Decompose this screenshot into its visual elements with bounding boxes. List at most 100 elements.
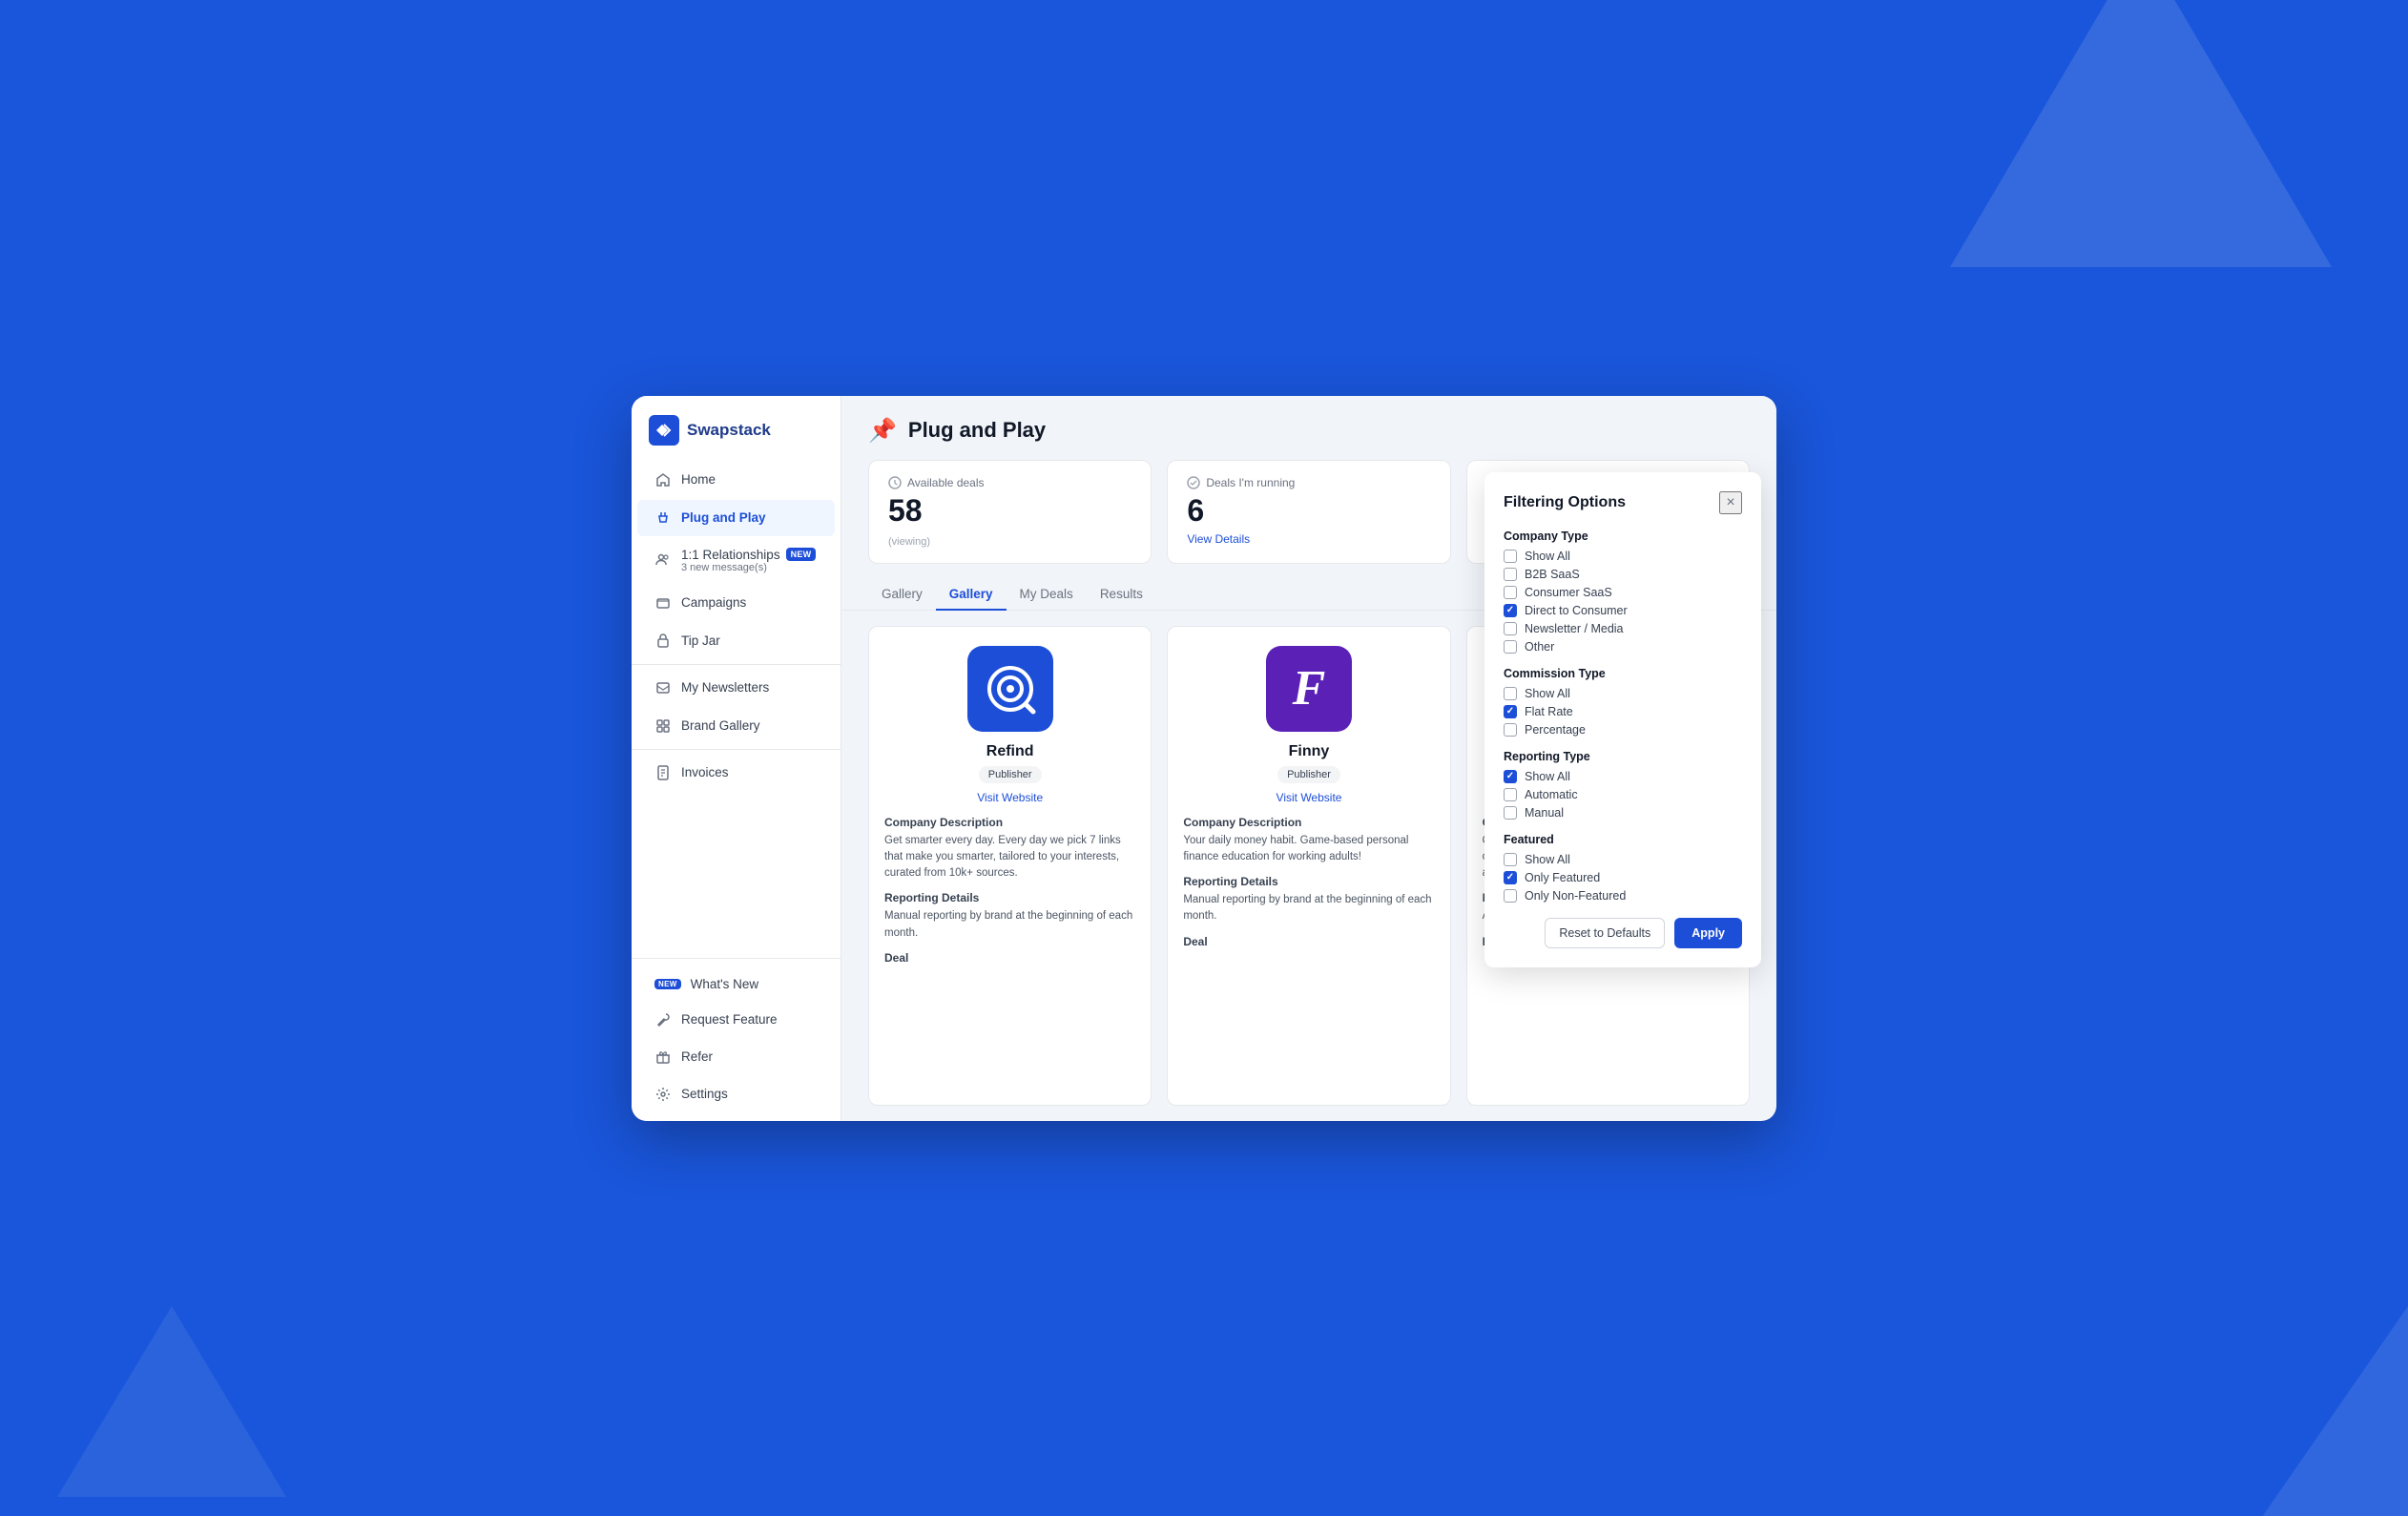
sidebar-item-settings-label: Settings [681,1087,728,1101]
sidebar-item-whats-new-label: What's New [691,977,759,991]
stat-card-available: Available deals 58 (viewing) [868,460,1152,564]
filter-section-featured: Featured Show All Only Featured Only Non… [1504,833,1742,903]
filter-section-reporting: Reporting Type Show All Automatic Manual [1504,750,1742,820]
sidebar-item-request-label: Request Feature [681,1012,778,1027]
sidebar-item-whats-new[interactable]: NEW What's New [637,967,835,1001]
checkbox-ct-direct[interactable] [1504,604,1517,617]
filter-option-ct-consumer-saas[interactable]: Consumer SaaS [1504,586,1742,599]
featured-title: Featured [1504,833,1742,846]
checkbox-ft-only-featured[interactable] [1504,871,1517,884]
refind-reporting-title: Reporting Details [884,891,979,904]
finny-visit[interactable]: Visit Website [1277,791,1342,804]
tab-my-deals[interactable]: My Deals [1007,579,1087,611]
checkbox-rt-manual[interactable] [1504,806,1517,820]
stat-label-running: Deals I'm running [1187,476,1430,489]
relationships-badge: NEW [786,548,817,561]
checkbox-rt-automatic[interactable] [1504,788,1517,801]
page-header: 📌 Plug and Play [841,396,1776,460]
filter-option-cm-show-all[interactable]: Show All [1504,687,1742,700]
checkbox-ct-other[interactable] [1504,640,1517,654]
filter-option-cm-percentage[interactable]: Percentage [1504,723,1742,737]
filter-option-rt-manual[interactable]: Manual [1504,806,1742,820]
people-icon [654,551,672,569]
filter-option-ft-only-featured[interactable]: Only Featured [1504,871,1742,884]
relationships-label: 1:1 Relationships [681,548,780,562]
finny-reporting: Manual reporting by brand at the beginni… [1183,892,1434,925]
checkbox-ct-consumer-saas[interactable] [1504,586,1517,599]
campaign-icon [654,594,672,612]
sidebar-bottom: NEW What's New Request Feature Refer Se [632,958,841,1121]
filter-option-ct-show-all[interactable]: Show All [1504,550,1742,563]
page-title: Plug and Play [908,418,1046,443]
stat-number-running: 6 [1187,493,1430,529]
wrench-icon [654,1011,672,1028]
checkbox-cm-flat[interactable] [1504,705,1517,718]
finny-reporting-title: Reporting Details [1183,875,1277,888]
checkbox-ct-newsletter[interactable] [1504,622,1517,635]
filter-close-button[interactable]: × [1719,491,1742,514]
relationships-labels: 1:1 Relationships NEW 3 new message(s) [681,548,816,573]
invoice-icon [654,764,672,781]
finny-name: Finny [1289,743,1330,760]
label-rt-automatic: Automatic [1525,788,1578,801]
filter-option-ct-direct[interactable]: Direct to Consumer [1504,604,1742,617]
sidebar-item-refer-label: Refer [681,1049,713,1064]
filter-option-cm-flat[interactable]: Flat Rate [1504,705,1742,718]
logo-text: Swapstack [687,421,771,440]
label-cm-flat: Flat Rate [1525,705,1573,718]
filter-option-ct-newsletter[interactable]: Newsletter / Media [1504,622,1742,635]
filter-option-ft-non-featured[interactable]: Only Non-Featured [1504,889,1742,903]
refind-desc-title: Company Description [884,816,1003,829]
sidebar-item-campaigns[interactable]: Campaigns [637,585,835,621]
reporting-type-title: Reporting Type [1504,750,1742,763]
filter-option-ct-b2b[interactable]: B2B SaaS [1504,568,1742,581]
checkbox-ft-non-featured[interactable] [1504,889,1517,903]
filter-option-ft-show-all[interactable]: Show All [1504,853,1742,866]
sidebar-item-home-label: Home [681,472,716,487]
checkbox-cm-show-all[interactable] [1504,687,1517,700]
gift-icon [654,1049,672,1066]
filter-option-ct-other[interactable]: Other [1504,640,1742,654]
filter-panel-header: Filtering Options × [1504,491,1742,514]
finny-desc-title: Company Description [1183,816,1301,829]
apply-button[interactable]: Apply [1674,918,1742,948]
filter-title: Filtering Options [1504,494,1626,511]
sidebar-item-newsletters[interactable]: My Newsletters [637,670,835,706]
sidebar-item-relationships[interactable]: 1:1 Relationships NEW 3 new message(s) [637,538,835,583]
sidebar-item-settings[interactable]: Settings [637,1076,835,1112]
label-rt-show-all: Show All [1525,770,1570,783]
main-content: 📌 Plug and Play Available deals 58 (view… [841,396,1776,1121]
sidebar-item-plug-and-play[interactable]: Plug and Play [637,500,835,536]
view-details-running[interactable]: View Details [1187,532,1430,546]
sidebar-item-home[interactable]: Home [637,462,835,498]
sidebar-item-tip-label: Tip Jar [681,633,720,648]
tab-results[interactable]: Results [1087,579,1156,611]
page-icon: 📌 [868,417,897,445]
sidebar-item-brand-gallery[interactable]: Brand Gallery [637,708,835,744]
label-rt-manual: Manual [1525,806,1564,820]
checkbox-ct-b2b[interactable] [1504,568,1517,581]
sidebar-item-request-feature[interactable]: Request Feature [637,1002,835,1038]
refind-desc: Get smarter every day. Every day we pick… [884,833,1135,883]
reset-button[interactable]: Reset to Defaults [1545,918,1665,948]
checkbox-ft-show-all[interactable] [1504,853,1517,866]
sidebar-item-invoices[interactable]: Invoices [637,755,835,791]
checkbox-rt-show-all[interactable] [1504,770,1517,783]
commission-type-title: Commission Type [1504,667,1742,680]
gallery-icon [654,717,672,735]
logo-icon [649,415,679,446]
sidebar-item-campaigns-label: Campaigns [681,595,746,610]
filter-option-rt-automatic[interactable]: Automatic [1504,788,1742,801]
filter-option-rt-show-all[interactable]: Show All [1504,770,1742,783]
sidebar-item-tip-jar[interactable]: Tip Jar [637,623,835,659]
refind-reporting: Manual reporting by brand at the beginni… [884,908,1135,942]
plug-icon [654,509,672,527]
checkbox-ct-show-all[interactable] [1504,550,1517,563]
tab-gallery2[interactable]: Gallery [936,579,1007,611]
stat-card-running: Deals I'm running 6 View Details [1167,460,1450,564]
sidebar-item-refer[interactable]: Refer [637,1039,835,1075]
label-ct-b2b: B2B SaaS [1525,568,1580,581]
tab-gallery1[interactable]: Gallery [868,579,936,611]
refind-visit[interactable]: Visit Website [977,791,1043,804]
checkbox-cm-percentage[interactable] [1504,723,1517,737]
